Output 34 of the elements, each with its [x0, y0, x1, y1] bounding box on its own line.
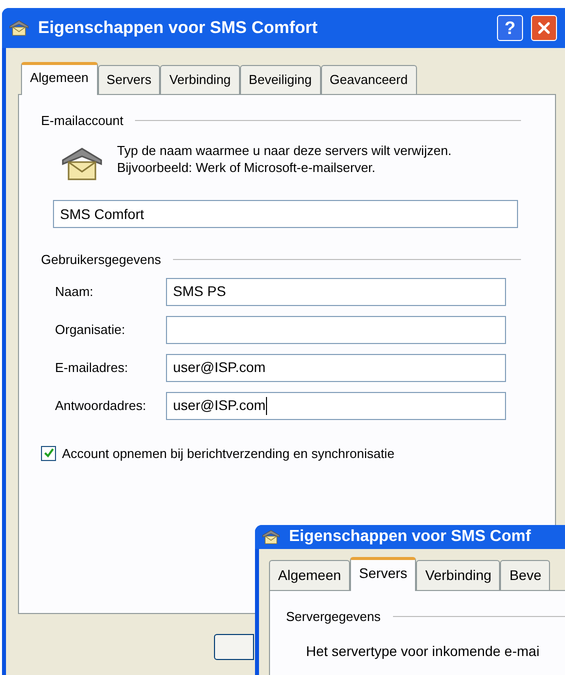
dialog-button[interactable] [214, 634, 254, 660]
field-label: Organisatie: [54, 320, 126, 339]
field-label: E-mailadres: [54, 358, 129, 377]
window-title: Eigenschappen voor SMS Comfort [38, 17, 319, 40]
close-icon [535, 19, 553, 37]
input-field[interactable] [166, 316, 506, 344]
tab[interactable]: Geavanceerd [320, 65, 417, 94]
close-button[interactable] [531, 15, 557, 41]
mail-icon [8, 18, 30, 38]
help-button[interactable]: ? [497, 15, 523, 41]
window-title: Eigenschappen voor SMS Comf [289, 527, 531, 547]
tab[interactable]: Verbinding [416, 560, 500, 590]
checkbox[interactable] [41, 446, 56, 461]
input-field[interactable]: user@ISP.com [166, 392, 506, 420]
checkbox-label: Account opnemen bij berichtverzending en synchronisatie [62, 444, 394, 463]
tab[interactable]: Verbinding [160, 65, 240, 94]
tab[interactable]: Algemeen [269, 560, 350, 590]
group-heading: Gebruikersgegevens [41, 251, 161, 269]
check-icon [44, 448, 54, 458]
description-text: Typ de naam waarmee u naar deze servers wilt verwijzen. Bijvoorbeeld: Werk of Microsoft-e-mailserver. [117, 142, 453, 176]
tab[interactable]: Beveiliging [240, 65, 321, 94]
input-field[interactable]: user@ISP.com [166, 354, 506, 382]
input-field[interactable]: SMS PS [166, 278, 506, 306]
tab[interactable]: Servers [98, 65, 160, 94]
tab[interactable]: Beve [500, 560, 550, 590]
mail-icon [261, 528, 281, 546]
tab[interactable]: Algemeen [21, 62, 98, 94]
group-heading: Servergegevens [286, 608, 381, 626]
tab[interactable]: Servers [350, 557, 416, 591]
group-heading: E-mailaccount [41, 112, 124, 130]
description-text: Het servertype voor inkomende e-mai [306, 642, 540, 661]
input-field[interactable]: SMS Comfort [53, 200, 518, 228]
field-label: Antwoordadres: [54, 396, 148, 415]
field-label: Naam: [54, 282, 94, 301]
